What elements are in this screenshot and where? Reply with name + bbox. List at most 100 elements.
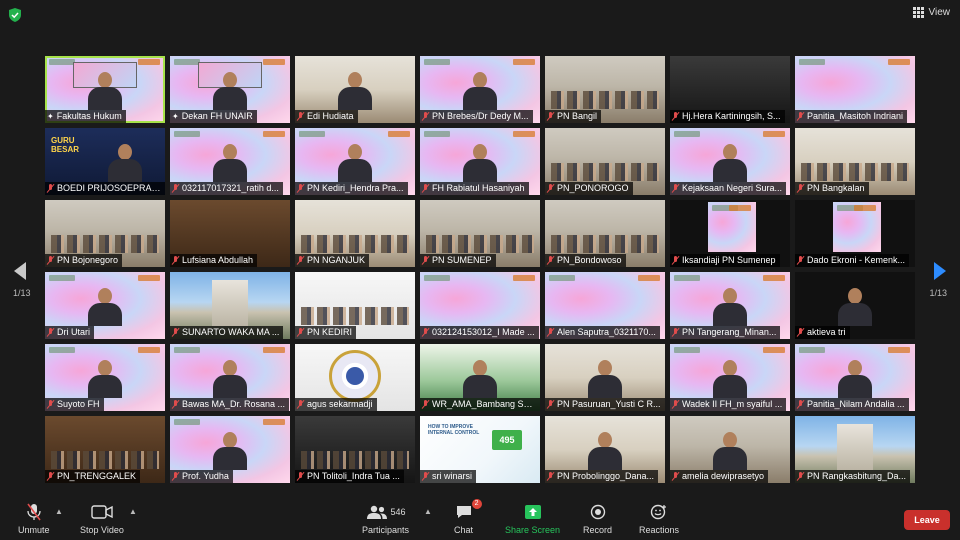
participant-tile[interactable]: PN Bojonegoro: [45, 200, 165, 267]
participant-tile[interactable]: Hj.Hera Kartiningsih, S...: [670, 56, 790, 123]
participant-tile[interactable]: 032117017321_ratih d...: [170, 128, 290, 195]
participant-tile[interactable]: Panitia_Masitoh Indriani: [795, 56, 915, 123]
reactions-button[interactable]: Reactions: [639, 503, 679, 535]
unmute-label: Unmute: [18, 525, 50, 535]
participants-options-chevron-icon[interactable]: ▲: [424, 507, 432, 516]
participant-name-label: PN Kediri_Hendra Pra...: [295, 182, 408, 195]
participant-name-label: Hj.Hera Kartiningsih, S...: [670, 110, 785, 123]
mic-muted-icon: [547, 112, 554, 121]
mic-muted-icon: [672, 472, 679, 481]
unmute-button[interactable]: Unmute: [18, 503, 50, 535]
mic-muted-icon: [797, 328, 804, 337]
participant-tile[interactable]: Alen Saputra_0321170...: [545, 272, 665, 339]
participant-tile[interactable]: Panitia_Nilam Andalia ...: [795, 344, 915, 411]
participant-tile[interactable]: GURU BESAR BOEDI PRIJOSOEPRAJI...: [45, 128, 165, 195]
participant-figure: [213, 360, 247, 398]
mic-muted-icon: [797, 400, 804, 409]
participant-name-label: FH Rabiatul Hasaniyah: [420, 182, 529, 195]
mic-muted-icon: [47, 472, 54, 481]
participant-tile[interactable]: FH Rabiatul Hasaniyah: [420, 128, 540, 195]
participant-name: Edi Hudiata: [307, 111, 354, 121]
participant-tile[interactable]: PN Tangerang_Minan...: [670, 272, 790, 339]
participant-name-label: Prof. Yudha: [170, 470, 233, 483]
record-label: Record: [583, 525, 613, 535]
participant-tile[interactable]: Iksandiaji PN Sumenep: [670, 200, 790, 267]
participant-tile[interactable]: PN SUMENEP: [420, 200, 540, 267]
group-figure: [301, 235, 409, 253]
video-options-chevron-icon[interactable]: ▲: [129, 507, 137, 516]
participant-tile[interactable]: Wadek II FH_m syaiful ...: [670, 344, 790, 411]
participant-tile[interactable]: Kejaksaan Negeri Sura...: [670, 128, 790, 195]
view-button[interactable]: View: [912, 7, 951, 18]
participant-figure: [88, 72, 122, 110]
stop-video-button[interactable]: Stop Video: [80, 503, 124, 535]
participant-name: Alen Saputra_0321170...: [557, 327, 656, 337]
video-camera-icon: [91, 505, 113, 519]
participant-tile[interactable]: PN Probolinggo_Dana...: [545, 416, 665, 483]
participant-tile[interactable]: amelia dewiprasetyo: [670, 416, 790, 483]
participant-name: PN Bangkalan: [807, 183, 865, 193]
chat-button[interactable]: 2 Chat: [454, 499, 482, 535]
participant-tile[interactable]: Suyoto FH: [45, 344, 165, 411]
participant-name: Suyoto FH: [57, 399, 100, 409]
participant-name-label: 032117017321_ratih d...: [170, 182, 283, 195]
participant-name-label: 032124153012_I Made ...: [420, 326, 539, 339]
previous-page-arrow-icon[interactable]: [14, 262, 26, 280]
participant-name-label: Dri Utari: [45, 326, 94, 339]
participant-name-label: aktieva tri: [795, 326, 850, 339]
participant-tile[interactable]: PN_PONOROGO: [545, 128, 665, 195]
participant-tile[interactable]: PN Bangil: [545, 56, 665, 123]
participant-tile[interactable]: HOW TO IMPROVE INTERNAL CONTROL 495 sri wi…: [420, 416, 540, 483]
participant-tile[interactable]: PN_Bondowoso: [545, 200, 665, 267]
participant-tile[interactable]: PN KEDIRI: [295, 272, 415, 339]
record-button[interactable]: Record: [583, 503, 612, 535]
participant-tile[interactable]: PN Rangkasbitung_Da...: [795, 416, 915, 483]
participant-tile[interactable]: Dado Ekroni - Kemenk...: [795, 200, 915, 267]
view-label: View: [928, 7, 951, 18]
group-figure: [51, 235, 159, 253]
participant-tile[interactable]: SUNARTO WAKA MA ...: [170, 272, 290, 339]
participant-tile[interactable]: PN Kediri_Hendra Pra...: [295, 128, 415, 195]
share-screen-button[interactable]: Share Screen: [505, 503, 560, 535]
participant-tile[interactable]: PN NGANJUK: [295, 200, 415, 267]
participant-name-label: ✦ Dekan FH UNAIR: [170, 110, 257, 123]
participant-tile[interactable]: PN Pasuruan_Yusti C R...: [545, 344, 665, 411]
participant-tile[interactable]: agus sekarmadji: [295, 344, 415, 411]
participant-tile[interactable]: Dri Utari: [45, 272, 165, 339]
participant-figure: [713, 288, 747, 326]
audio-options-chevron-icon[interactable]: ▲: [55, 507, 63, 516]
mic-muted-icon: [547, 328, 554, 337]
mic-muted-icon: [47, 256, 54, 265]
participant-tile[interactable]: aktieva tri: [795, 272, 915, 339]
participant-tile[interactable]: Edi Hudiata: [295, 56, 415, 123]
participant-tile[interactable]: Bawas MA_Dr. Rosana ...: [170, 344, 290, 411]
next-page-arrow-icon[interactable]: [934, 262, 946, 280]
chat-unread-badge: 2: [471, 499, 482, 509]
mic-muted-icon: [547, 256, 554, 265]
participants-button[interactable]: 546 Participants: [362, 503, 409, 535]
person-pin-icon: ✦: [172, 112, 179, 121]
participant-tile[interactable]: ✦ Fakultas Hukum: [45, 56, 165, 123]
mic-muted-icon: [172, 400, 179, 409]
participant-tile[interactable]: WR_AMA_Bambang Se...: [420, 344, 540, 411]
participant-tile[interactable]: PN Tolitoli_Indra Tua ...: [295, 416, 415, 483]
participant-tile[interactable]: ✦ Dekan FH UNAIR: [170, 56, 290, 123]
participant-name-label: Alen Saputra_0321170...: [545, 326, 660, 339]
participants-label: Participants: [362, 525, 410, 535]
participant-tile[interactable]: PN_TRENGGALEK: [45, 416, 165, 483]
mic-muted-icon: [297, 400, 304, 409]
participant-figure: [838, 360, 872, 398]
participant-tile[interactable]: 032124153012_I Made ...: [420, 272, 540, 339]
participant-tile[interactable]: Prof. Yudha: [170, 416, 290, 483]
participant-tile[interactable]: PN Brebes/Dr Dedy M...: [420, 56, 540, 123]
leave-button[interactable]: Leave: [904, 510, 950, 530]
group-figure: [51, 451, 159, 469]
mic-muted-icon: [297, 328, 304, 337]
group-figure: [551, 163, 659, 181]
participant-name: Kejaksaan Negeri Sura...: [682, 183, 783, 193]
chat-icon: [456, 506, 471, 518]
participant-name: PN Tangerang_Minan...: [682, 327, 777, 337]
participant-tile[interactable]: PN Bangkalan: [795, 128, 915, 195]
participant-tile[interactable]: Lufsiana Abdullah: [170, 200, 290, 267]
shield-icon[interactable]: [8, 8, 22, 22]
